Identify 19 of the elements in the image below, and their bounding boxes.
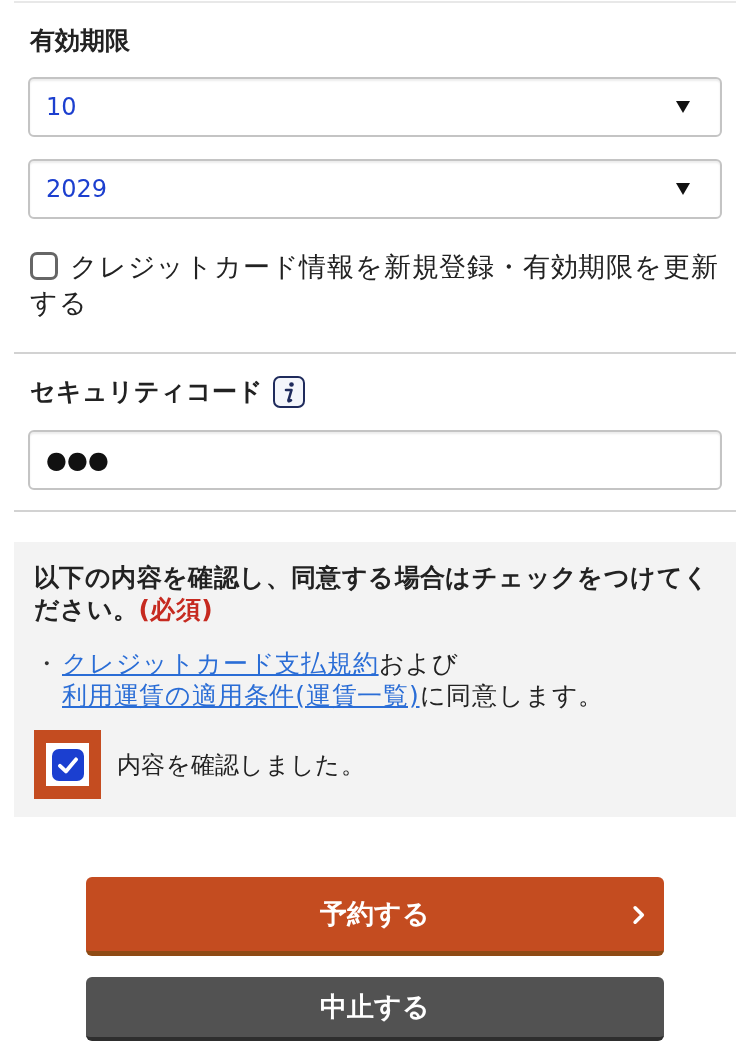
security-code-label: セキュリティコード — [29, 376, 263, 408]
reserve-button[interactable]: 予約する — [86, 877, 664, 956]
confirm-checkbox[interactable]: 内容を確認しました。 — [34, 730, 365, 799]
info-icon[interactable] — [273, 376, 305, 408]
expiry-label: 有効期限 — [29, 25, 131, 57]
cancel-button[interactable]: 中止する — [86, 977, 664, 1041]
expiry-select[interactable]: 2029 — [28, 159, 722, 219]
terms-text: クレジットカード支払規約および 利用運賃の適用条件(運賃一覧)に同意します。 — [62, 648, 606, 712]
caret-icon — [676, 183, 690, 195]
chevron-right-icon — [632, 905, 646, 925]
terms-link[interactable]: 利用運賃の適用条件(運賃一覧) — [62, 681, 420, 710]
terms-link[interactable]: クレジットカード支払規約 — [62, 649, 379, 678]
security-code-field[interactable]: ●●● — [28, 430, 722, 490]
register-card-checkbox[interactable]: クレジットカード情報を新規登録・有効期限を更新する — [28, 249, 722, 321]
bullet-mark: ・ — [34, 648, 61, 680]
caret-icon — [676, 101, 690, 113]
required-label: (必須) — [138, 595, 214, 624]
expiry-select[interactable]: 10 — [28, 77, 722, 137]
instruction-text: 以下の内容を確認し、同意する場合はチェックをつけてください。(必須) — [34, 562, 711, 626]
